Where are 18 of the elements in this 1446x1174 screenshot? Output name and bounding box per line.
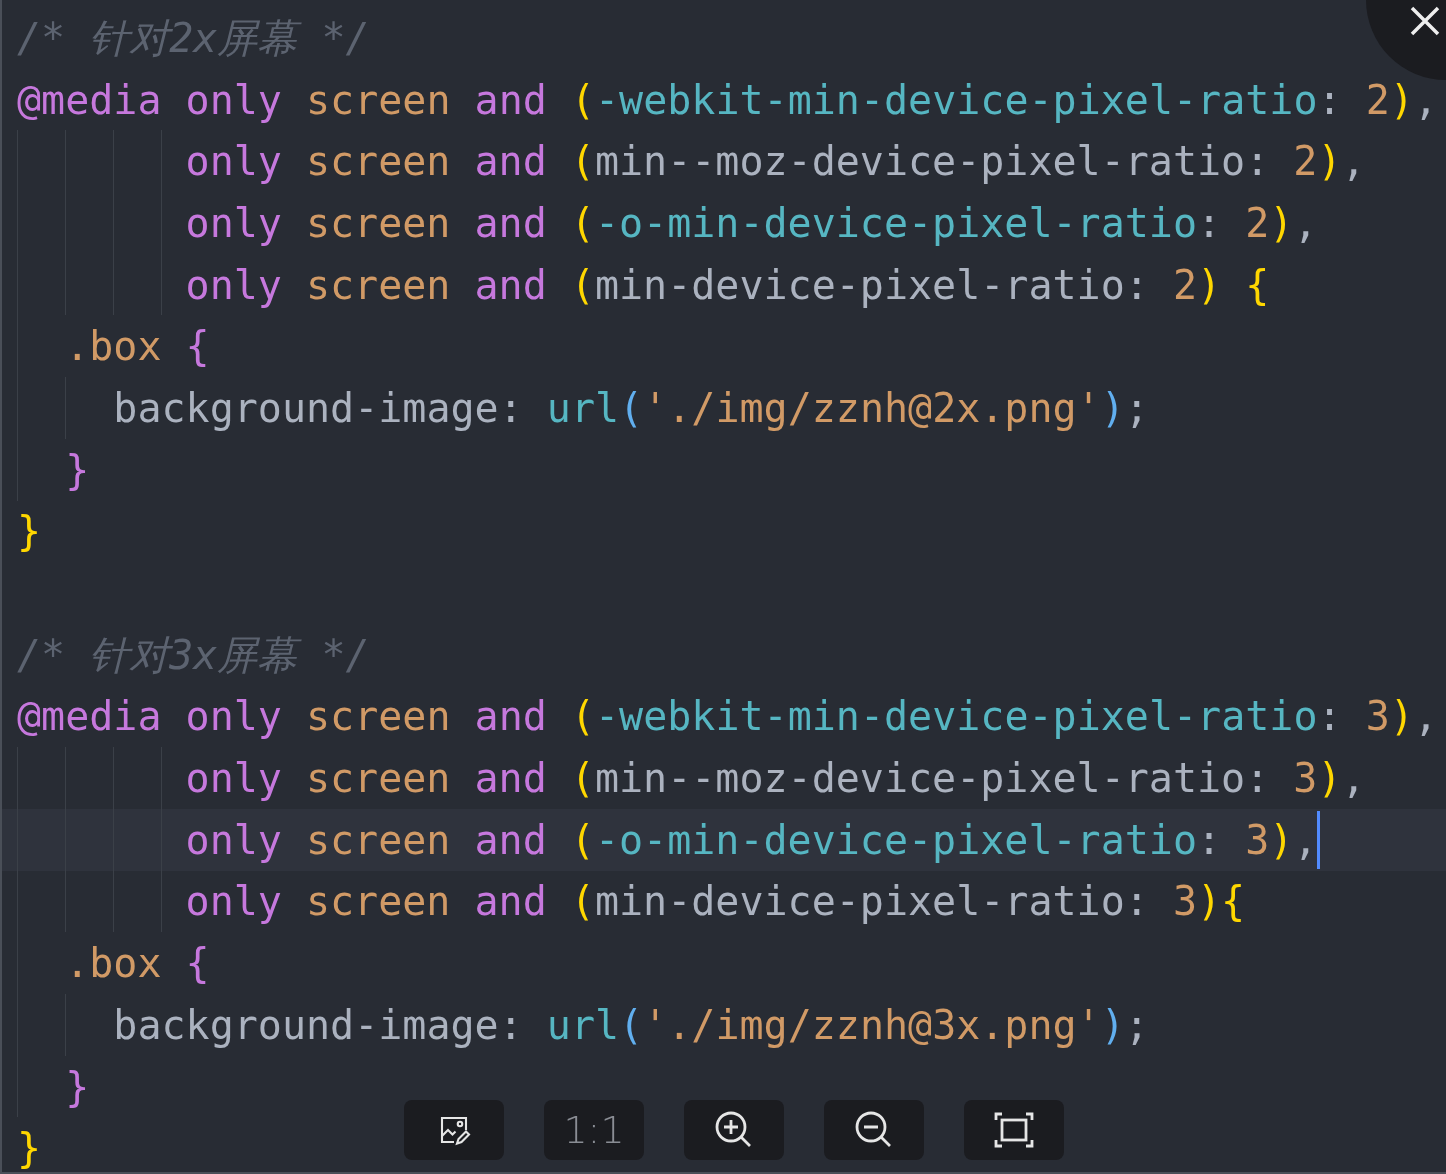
toolbar-button[interactable] <box>964 1100 1064 1160</box>
code-line: } <box>17 511 42 552</box>
code-comment: /* 针对3x屏幕 */ <box>17 634 370 675</box>
toolbar-button[interactable] <box>684 1100 784 1160</box>
code-line: .box { <box>65 943 210 984</box>
code-comment: /* 针对2x屏幕 */ <box>17 17 370 58</box>
text-cursor <box>1317 810 1321 869</box>
code-line: only screen and (min--moz-device-pixel-ratio: 2), <box>185 141 1366 182</box>
toolbar-button[interactable] <box>824 1100 924 1160</box>
code-line: .box { <box>65 326 210 367</box>
code-line: @media only screen and (-webkit-min-device-pixel-ratio: 3), <box>17 696 1438 737</box>
close-icon <box>1410 6 1440 36</box>
toolbar-button[interactable] <box>404 1100 504 1160</box>
code-line: only screen and (min-device-pixel-ratio: 3){ <box>185 881 1246 922</box>
code-line: } <box>17 1128 42 1169</box>
code-line: only screen and (min--moz-device-pixel-ratio: 3), <box>185 758 1366 799</box>
code-line: } <box>65 449 90 490</box>
code-line: } <box>65 1066 90 1107</box>
